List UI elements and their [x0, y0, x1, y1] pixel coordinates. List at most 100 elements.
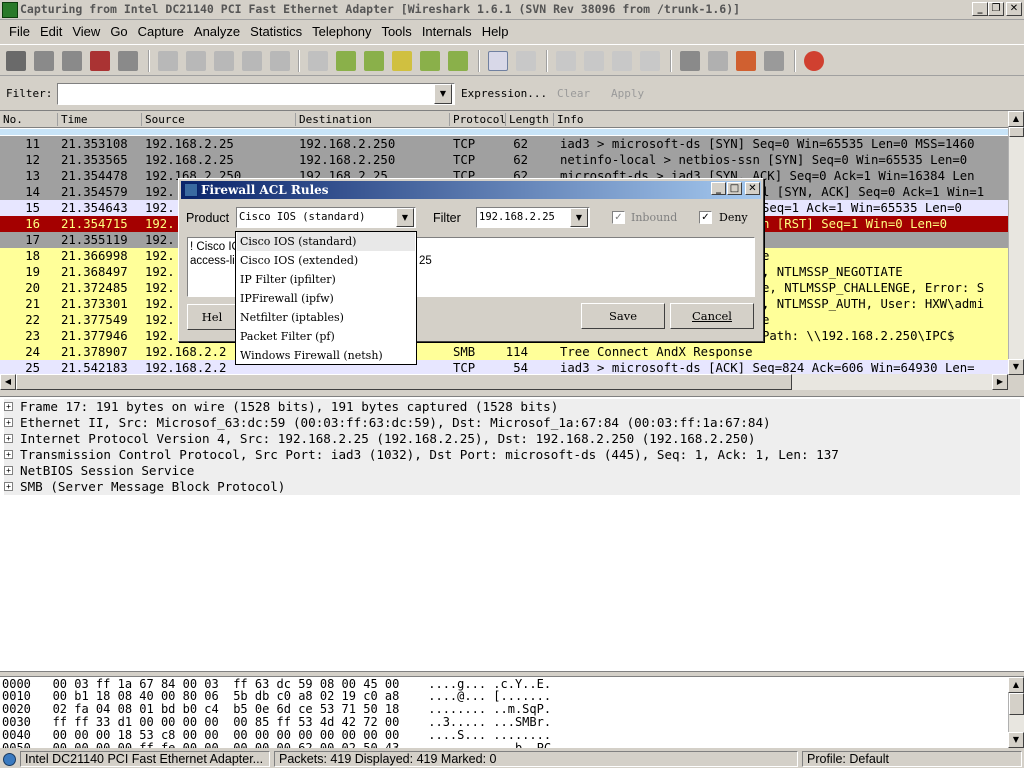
stop-capture-icon[interactable] [90, 51, 110, 71]
close-button[interactable]: ✕ [1006, 2, 1022, 16]
coloring-rules-icon[interactable] [736, 51, 756, 71]
product-option[interactable]: Cisco IOS (standard) [237, 232, 415, 251]
scroll-left-button[interactable]: ◀ [0, 374, 16, 390]
deny-checkbox[interactable]: ✓ [699, 211, 712, 224]
column-protocol[interactable]: Protocol [450, 113, 506, 126]
scroll-thumb[interactable] [1009, 693, 1024, 715]
dialog-close-button[interactable]: ✕ [745, 182, 760, 195]
product-option[interactable]: IP Filter (ipfilter) [237, 270, 415, 289]
dialog-minimize-button[interactable]: _ [711, 182, 726, 195]
expand-icon[interactable]: + [4, 418, 13, 427]
hex-row[interactable]: 0040 00 00 00 18 53 c8 00 00 00 00 00 00… [2, 728, 551, 742]
menu-edit[interactable]: Edit [35, 24, 67, 39]
reload-icon[interactable] [242, 51, 262, 71]
detail-row[interactable]: + Transmission Control Protocol, Src Port… [4, 447, 1020, 463]
normal-size-icon[interactable] [612, 51, 632, 71]
column-length[interactable]: Length [506, 113, 554, 126]
cancel-button[interactable]: Cancel [670, 303, 754, 329]
expert-info-icon[interactable] [3, 753, 16, 766]
detail-row[interactable]: + NetBIOS Session Service [4, 463, 1020, 479]
expand-icon[interactable]: + [4, 402, 13, 411]
product-dropdown-button[interactable]: ▼ [396, 208, 414, 227]
resize-columns-icon[interactable] [640, 51, 660, 71]
preferences-icon[interactable] [764, 51, 784, 71]
help-icon[interactable] [804, 51, 824, 71]
go-back-icon[interactable] [336, 51, 356, 71]
hex-row[interactable]: 0020 02 fa 04 08 01 bd b0 c4 b5 0e 6d ce… [2, 702, 551, 716]
column-info[interactable]: Info [554, 113, 1008, 126]
expand-icon[interactable]: + [4, 466, 13, 475]
acl-filter-dropdown-button[interactable]: ▼ [570, 208, 588, 227]
product-option[interactable]: Packet Filter (pf) [237, 327, 415, 346]
maximize-button[interactable]: ❐ [988, 2, 1004, 16]
minimize-button[interactable]: _ [972, 2, 988, 16]
bytes-vscroll[interactable]: ▲ ▼ [1008, 677, 1024, 748]
detail-row[interactable]: + SMB (Server Message Block Protocol) [4, 479, 1020, 495]
go-last-icon[interactable] [448, 51, 468, 71]
hex-row[interactable]: 0050 00 00 00 00 ff fe 00 00 00 00 00 62… [2, 741, 551, 748]
hscroll-thumb[interactable] [16, 374, 792, 390]
status-profile[interactable]: Profile: Default [802, 751, 1022, 767]
close-file-icon[interactable] [214, 51, 234, 71]
display-filters-icon[interactable] [708, 51, 728, 71]
colorize-icon[interactable] [488, 51, 508, 71]
apply-button[interactable]: Apply [611, 87, 644, 100]
zoom-out-icon[interactable] [584, 51, 604, 71]
product-option[interactable]: IPFirewall (ipfw) [237, 289, 415, 308]
expand-icon[interactable]: + [4, 482, 13, 491]
menu-view[interactable]: View [67, 24, 105, 39]
menu-help[interactable]: Help [477, 24, 514, 39]
product-option[interactable]: Netfilter (iptables) [237, 308, 415, 327]
find-packet-icon[interactable] [308, 51, 328, 71]
save-button[interactable]: Save [581, 303, 665, 329]
scroll-right-button[interactable]: ▶ [992, 374, 1008, 390]
packet-row[interactable]: 24 21.378907 192.168.2.2 SMB 114 Tree Connect… [0, 344, 1008, 360]
filter-history-dropdown[interactable]: ▼ [434, 84, 452, 104]
save-file-icon[interactable] [186, 51, 206, 71]
hex-row[interactable]: 0010 00 b1 18 08 40 00 80 06 5b db c0 a8… [2, 689, 551, 703]
go-forward-icon[interactable] [364, 51, 384, 71]
restart-capture-icon[interactable] [118, 51, 138, 71]
product-option[interactable]: Cisco IOS (extended) [237, 251, 415, 270]
detail-row[interactable]: + Frame 17: 191 bytes on wire (1528 bits)… [4, 399, 1020, 415]
column-destination[interactable]: Destination [296, 113, 450, 126]
menu-capture[interactable]: Capture [133, 24, 189, 39]
column-source[interactable]: Source [142, 113, 296, 126]
interfaces-icon[interactable] [6, 51, 26, 71]
menu-telephony[interactable]: Telephony [307, 24, 376, 39]
dialog-maximize-button[interactable]: □ [727, 182, 742, 195]
menu-go[interactable]: Go [105, 24, 132, 39]
go-first-icon[interactable] [420, 51, 440, 71]
print-icon[interactable] [270, 51, 290, 71]
display-filter-input[interactable] [57, 83, 455, 105]
start-capture-icon[interactable] [62, 51, 82, 71]
expression-button[interactable]: Expression... [461, 87, 547, 100]
scroll-up-button[interactable]: ▲ [1008, 677, 1024, 693]
menu-internals[interactable]: Internals [417, 24, 477, 39]
go-to-packet-icon[interactable] [392, 51, 412, 71]
menu-statistics[interactable]: Statistics [245, 24, 307, 39]
scroll-down-button[interactable]: ▼ [1008, 359, 1024, 375]
column-time[interactable]: Time [58, 113, 142, 126]
scroll-up-button[interactable]: ▲ [1008, 111, 1024, 127]
capture-filters-icon[interactable] [680, 51, 700, 71]
scroll-thumb[interactable] [1009, 127, 1024, 137]
menu-file[interactable]: File [4, 24, 35, 39]
scroll-down-button[interactable]: ▼ [1008, 732, 1024, 748]
menu-analyze[interactable]: Analyze [189, 24, 245, 39]
packet-row[interactable]: 11 21.353108 192.168.2.25 192.168.2.250 TCP 6… [0, 136, 1008, 152]
auto-scroll-icon[interactable] [516, 51, 536, 71]
capture-options-icon[interactable] [34, 51, 54, 71]
hex-row[interactable]: 0030 ff ff 33 d1 00 00 00 00 00 85 ff 53… [2, 715, 551, 729]
expand-icon[interactable]: + [4, 434, 13, 443]
inbound-checkbox[interactable]: ✓ [612, 211, 625, 224]
clear-button[interactable]: Clear [557, 87, 590, 100]
product-select[interactable]: Cisco IOS (standard) [236, 207, 416, 228]
packet-row[interactable]: 12 21.353565 192.168.2.25 192.168.2.250 TCP 6… [0, 152, 1008, 168]
packet-list-vscroll[interactable]: ▲ ▼ [1008, 111, 1024, 375]
detail-row[interactable]: + Internet Protocol Version 4, Src: 192.1… [4, 431, 1020, 447]
column-no[interactable]: No. [0, 113, 58, 126]
zoom-in-icon[interactable] [556, 51, 576, 71]
packet-list-hscroll[interactable]: ◀ ▶ [0, 374, 1008, 390]
expand-icon[interactable]: + [4, 450, 13, 459]
